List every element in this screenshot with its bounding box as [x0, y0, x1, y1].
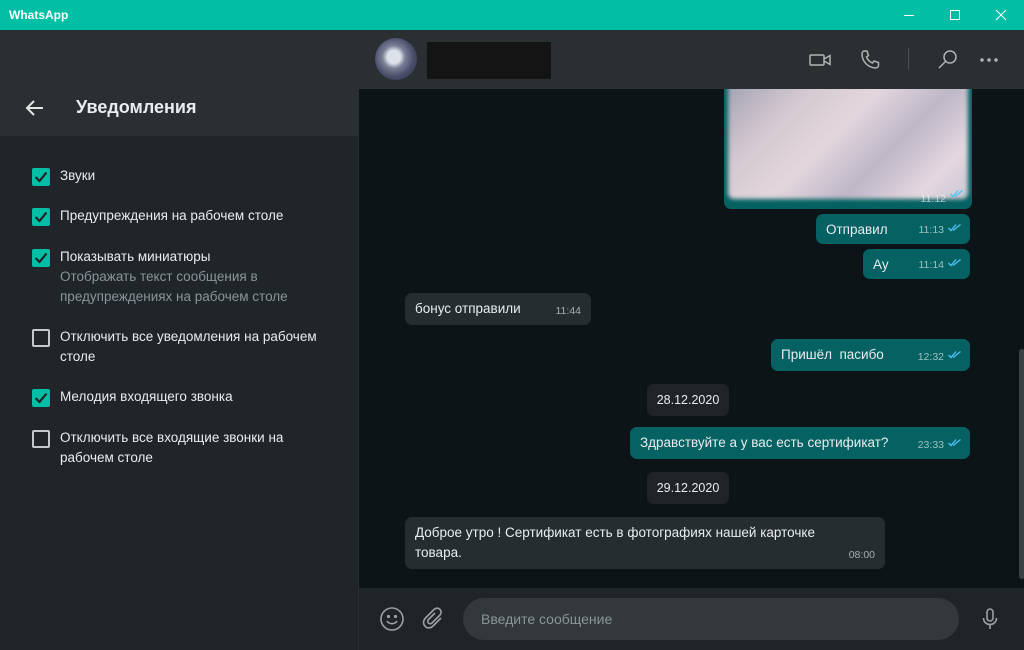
blurred-image[interactable]	[728, 89, 968, 199]
phone-icon	[861, 50, 880, 69]
option-label: Отключить все уведомления на рабочем сто…	[60, 329, 317, 364]
message-outgoing[interactable]: Ау 11:14	[863, 249, 970, 279]
search-button[interactable]	[936, 48, 960, 72]
message-input[interactable]	[463, 598, 959, 640]
option-label: Отключить все входящие звонки на рабочем…	[60, 430, 284, 465]
check-icon	[34, 171, 48, 183]
checkbox-checked[interactable]	[32, 168, 50, 186]
avatar[interactable]	[375, 38, 417, 80]
date-divider: 28.12.2020	[647, 384, 729, 416]
maximize-button[interactable]	[932, 0, 978, 30]
minimize-icon	[904, 15, 914, 16]
message-time: 11:44	[555, 305, 582, 317]
back-arrow-icon	[25, 100, 43, 116]
video-call-button[interactable]	[808, 48, 832, 72]
option-label: Показывать миниатюры	[60, 249, 211, 264]
more-options-icon	[980, 58, 998, 62]
close-button[interactable]	[978, 0, 1024, 30]
header-divider	[908, 48, 909, 70]
maximize-icon	[950, 10, 960, 20]
message-time: 11:13	[918, 224, 945, 236]
checkbox-unchecked[interactable]	[32, 329, 50, 347]
search-icon	[938, 50, 957, 69]
window-title: WhatsApp	[9, 8, 69, 22]
notifications-settings-panel: Уведомления Звуки Предупреждения на рабо…	[0, 30, 358, 650]
contact-name-redacted[interactable]	[427, 42, 551, 79]
checkbox-checked[interactable]	[32, 389, 50, 407]
message-outgoing[interactable]: Отправил 11:13	[816, 214, 970, 244]
image-message[interactable]: 11:12	[724, 89, 972, 209]
check-icon	[34, 392, 48, 404]
message-text: Доброе утро ! Сертификат есть в фотограф…	[415, 525, 815, 560]
title-bar: WhatsApp	[0, 0, 1024, 30]
option-label: Мелодия входящего звонка	[60, 389, 233, 404]
chat-panel: 11:12 Отправил 11:13 Ау 11:14 бонус отпр…	[358, 30, 1024, 650]
video-call-icon	[809, 54, 831, 66]
message-time: 08:00	[848, 549, 875, 561]
read-ticks-icon	[950, 185, 964, 203]
read-ticks-icon	[948, 345, 962, 365]
date-divider: 29.12.2020	[647, 472, 729, 504]
message-time: 11:14	[918, 259, 945, 271]
whatsapp-window: WhatsApp Уведомления Звуки Предупреждени…	[0, 0, 1024, 650]
attach-icon	[422, 607, 442, 629]
settings-title: Уведомления	[76, 97, 197, 117]
minimize-button[interactable]	[886, 0, 932, 30]
voice-call-button[interactable]	[858, 48, 882, 72]
checkbox-checked[interactable]	[32, 208, 50, 226]
read-ticks-icon	[948, 218, 962, 238]
emoji-button[interactable]	[379, 606, 405, 632]
composer	[359, 588, 1024, 650]
message-incoming[interactable]: бонус отправили 11:44	[405, 293, 591, 325]
message-list[interactable]: 11:12 Отправил 11:13 Ау 11:14 бонус отпр…	[359, 89, 1024, 588]
message-time: 12:32	[917, 351, 944, 363]
message-text: Отправил	[826, 222, 888, 237]
close-icon	[995, 9, 1007, 21]
message-outgoing[interactable]: Пришёл пасибо 12:32	[771, 339, 970, 371]
message-text: Ау	[873, 257, 889, 272]
checkbox-unchecked[interactable]	[32, 430, 50, 448]
message-text: Пришёл пасибо	[781, 347, 884, 362]
message-time: 23:33	[917, 439, 944, 451]
microphone-icon	[982, 608, 998, 629]
message-text: Здравствуйте а у вас есть сертификат?	[640, 435, 889, 450]
check-icon	[34, 252, 48, 264]
message-text: бонус отправили	[415, 301, 521, 316]
voice-message-button[interactable]	[977, 606, 1003, 632]
scrollbar[interactable]	[1019, 349, 1024, 579]
back-button[interactable]	[24, 97, 46, 119]
read-ticks-icon	[948, 253, 962, 273]
emoji-icon	[380, 607, 404, 631]
message-incoming[interactable]: Доброе утро ! Сертификат есть в фотограф…	[405, 517, 885, 569]
more-options-button[interactable]	[977, 48, 1001, 72]
message-outgoing[interactable]: Здравствуйте а у вас есть сертификат? 23…	[630, 427, 970, 459]
option-description: Отображать текст сообщения в предупрежде…	[60, 269, 288, 304]
settings-header: Уведомления	[0, 30, 358, 136]
read-ticks-icon	[948, 433, 962, 453]
attach-button[interactable]	[421, 606, 447, 632]
message-time: 11:12	[920, 193, 947, 205]
check-icon	[34, 211, 48, 223]
option-label: Звуки	[60, 168, 96, 183]
option-label: Предупреждения на рабочем столе	[60, 208, 284, 223]
checkbox-checked[interactable]	[32, 249, 50, 267]
chat-header	[359, 30, 1024, 89]
